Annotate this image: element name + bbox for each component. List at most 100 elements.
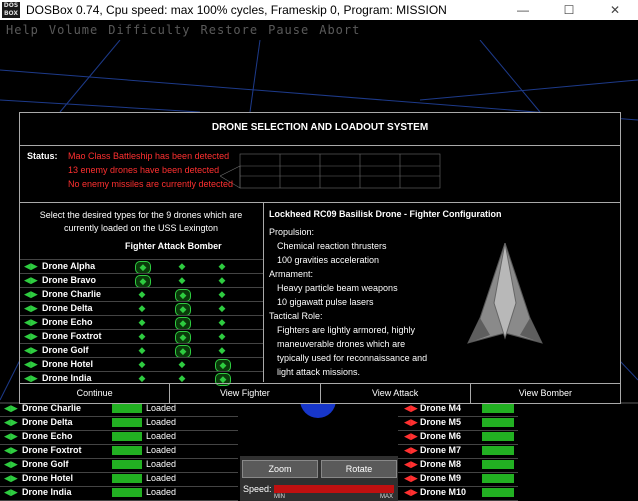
drone-name: Drone Foxtrot bbox=[42, 331, 102, 341]
enemy-drone-name: Drone M5 bbox=[420, 417, 462, 427]
view-attack-button[interactable]: View Attack bbox=[321, 384, 471, 403]
drone-name: Drone Hotel bbox=[42, 359, 94, 369]
loaded-bar bbox=[112, 474, 142, 483]
drone-arrow-icon: ◀▶ bbox=[4, 403, 18, 413]
dosbox-app-icon: DOS BOX bbox=[2, 2, 20, 18]
tactical-line: Fighters are lightly armored, highly bbox=[277, 325, 416, 335]
drone-arrow-icon: ◀▶ bbox=[4, 431, 18, 441]
selection-instructions: Select the desired types for the 9 drone… bbox=[39, 210, 243, 233]
menu-help[interactable]: Help bbox=[0, 20, 43, 40]
view-fighter-button[interactable]: View Fighter bbox=[170, 384, 321, 403]
enemy-drone-row[interactable]: ◀▶ Drone M4 bbox=[398, 402, 518, 417]
select-fighter-radio[interactable]: ◆ bbox=[135, 317, 149, 328]
menu-restore[interactable]: Restore bbox=[195, 20, 263, 40]
arrow-icon: ◀▶ bbox=[24, 303, 38, 313]
enemy-drone-row[interactable]: ◀▶ Drone M5 bbox=[398, 416, 518, 431]
fighter-drone-image bbox=[467, 243, 543, 344]
dialog-button-row: Continue View Fighter View Attack View B… bbox=[20, 383, 620, 403]
armament-line: 10 gigawatt pulse lasers bbox=[277, 297, 374, 307]
select-attack-radio[interactable]: ◆ bbox=[175, 261, 189, 272]
menu-abort[interactable]: Abort bbox=[313, 20, 364, 40]
drone-name: Drone Hotel bbox=[22, 473, 74, 483]
arrow-icon: ◀▶ bbox=[24, 275, 38, 285]
enemy-drone-row[interactable]: ◀▶ Drone M8 bbox=[398, 458, 518, 473]
type-column-header: Fighter Attack Bomber bbox=[125, 241, 222, 251]
enemy-drone-name: Drone M8 bbox=[420, 459, 462, 469]
drone-state: Loaded bbox=[146, 487, 177, 497]
arrow-icon: ◀▶ bbox=[24, 261, 38, 271]
enemy-drone-name: Drone M6 bbox=[420, 431, 462, 441]
enemy-drone-name: Drone M4 bbox=[420, 403, 462, 413]
status-line-drones: 13 enemy drones have been detected bbox=[68, 165, 220, 175]
select-bomber-radio[interactable]: ◆ bbox=[215, 303, 229, 314]
enemy-drone-row[interactable]: ◀▶ Drone M7 bbox=[398, 444, 518, 459]
select-bomber-radio[interactable]: ◆ bbox=[215, 317, 229, 328]
speed-label: Speed: bbox=[243, 484, 272, 494]
drone-arrow-icon: ◀▶ bbox=[4, 459, 18, 469]
craft-info-panel: Lockheed RC09 Basilisk Drone - Fighter C… bbox=[264, 203, 620, 382]
own-drone-list: ◀▶ Drone Charlie Loaded ◀▶ Drone Delta Loaded… bbox=[0, 402, 238, 501]
own-drone-row[interactable]: ◀▶ Drone Echo Loaded bbox=[0, 430, 238, 445]
loaded-bar bbox=[112, 460, 142, 469]
select-bomber-radio[interactable]: ◆ bbox=[215, 261, 229, 272]
own-drone-row[interactable]: ◀▶ Drone Charlie Loaded bbox=[0, 402, 238, 417]
select-fighter-radio[interactable]: ◆ bbox=[135, 331, 149, 342]
enemy-drone-name: Drone M7 bbox=[420, 445, 462, 455]
select-fighter-radio[interactable]: ◆ bbox=[135, 359, 149, 370]
rotate-button[interactable]: Rotate bbox=[321, 460, 397, 478]
select-fighter-radio[interactable]: ◆ bbox=[135, 289, 149, 300]
armament-label: Armament: bbox=[269, 269, 314, 279]
menu-volume[interactable]: Volume bbox=[43, 20, 102, 40]
enemy-arrow-icon: ◀▶ bbox=[404, 473, 418, 483]
minimize-button[interactable]: — bbox=[500, 0, 546, 20]
drone-arrow-icon: ◀▶ bbox=[4, 487, 18, 497]
close-button[interactable]: ✕ bbox=[592, 0, 638, 20]
menu-pause[interactable]: Pause bbox=[262, 20, 313, 40]
drone-name: Drone Foxtrot bbox=[22, 445, 82, 455]
drone-arrow-icon: ◀▶ bbox=[4, 473, 18, 483]
tactical-line: maneuverable drones which are bbox=[277, 339, 406, 349]
enemy-drone-row[interactable]: ◀▶ Drone M6 bbox=[398, 430, 518, 445]
enemy-drone-row[interactable]: ◀▶ Drone M10 bbox=[398, 486, 518, 501]
view-bomber-button[interactable]: View Bomber bbox=[471, 384, 620, 403]
enemy-drone-row[interactable]: ◀▶ Drone M9 bbox=[398, 472, 518, 487]
drone-name: Drone Golf bbox=[22, 459, 69, 469]
maximize-button[interactable]: ☐ bbox=[546, 0, 592, 20]
drone-state: Loaded bbox=[146, 445, 177, 455]
own-drone-row[interactable]: ◀▶ Drone Delta Loaded bbox=[0, 416, 238, 431]
status-label: Status: bbox=[27, 151, 58, 161]
arrow-icon: ◀▶ bbox=[24, 317, 38, 327]
drone-row: ◀▶ Drone Hotel ◆ ◆ ◆ bbox=[20, 357, 263, 372]
select-attack-radio[interactable]: ◆ bbox=[175, 359, 189, 370]
drone-state: Loaded bbox=[146, 431, 177, 441]
own-drone-row[interactable]: ◀▶ Drone Hotel Loaded bbox=[0, 472, 238, 487]
tactical-role-label: Tactical Role: bbox=[269, 311, 323, 321]
drone-state: Loaded bbox=[146, 417, 177, 427]
select-bomber-radio[interactable]: ◆ bbox=[215, 289, 229, 300]
status-panel: Status: Mao Class Battleship has been de… bbox=[20, 146, 620, 203]
continue-button[interactable]: Continue bbox=[20, 384, 171, 403]
menu-difficulty[interactable]: Difficulty bbox=[102, 20, 194, 40]
select-bomber-radio[interactable]: ◆ bbox=[215, 275, 229, 286]
select-bomber-radio[interactable]: ◆ bbox=[215, 345, 229, 356]
select-fighter-radio[interactable]: ◆ bbox=[135, 345, 149, 356]
enemy-arrow-icon: ◀▶ bbox=[404, 403, 418, 413]
battleship-wireframe bbox=[220, 153, 441, 189]
own-drone-row[interactable]: ◀▶ Drone Foxtrot Loaded bbox=[0, 444, 238, 459]
drone-name: Drone India bbox=[42, 373, 92, 383]
speed-slider[interactable] bbox=[274, 485, 394, 493]
loaded-bar bbox=[112, 432, 142, 441]
select-attack-radio[interactable]: ◆ bbox=[175, 275, 189, 286]
own-drone-row[interactable]: ◀▶ Drone Golf Loaded bbox=[0, 458, 238, 473]
select-fighter-radio[interactable]: ◆ bbox=[135, 303, 149, 314]
drone-type-selector: Select the desired types for the 9 drone… bbox=[20, 203, 264, 386]
drone-name: Drone Delta bbox=[22, 417, 73, 427]
propulsion-line: Chemical reaction thrusters bbox=[277, 241, 387, 251]
dialog-title: DRONE SELECTION AND LOADOUT SYSTEM bbox=[20, 113, 620, 146]
drone-name: Drone India bbox=[22, 487, 72, 497]
drone-name: Drone Bravo bbox=[42, 275, 97, 285]
select-bomber-radio[interactable]: ◆ bbox=[215, 331, 229, 342]
own-drone-row[interactable]: ◀▶ Drone India Loaded bbox=[0, 486, 238, 501]
enemy-health-bar bbox=[482, 488, 514, 497]
zoom-button[interactable]: Zoom bbox=[242, 460, 318, 478]
